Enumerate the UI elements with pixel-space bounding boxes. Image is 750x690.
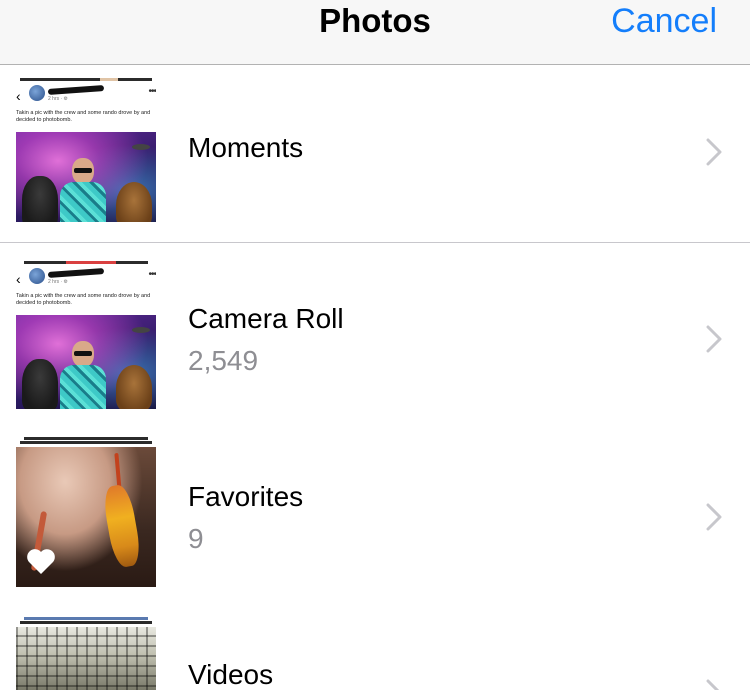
album-row-videos[interactable]: Videos [0,603,750,690]
stack-edge [24,617,148,620]
monkey-figure [116,182,152,222]
photo-scene [16,132,156,222]
avatar [29,85,45,101]
photo-scene [16,447,156,587]
album-row-camera-roll[interactable]: ‹ 2 hrs · ⚙ ••• Takin a pic with the cre… [0,243,750,423]
post-caption: Takin a pic with the crew and some rando… [16,293,151,306]
album-title: Videos [188,659,274,690]
post-caption: Takin a pic with the crew and some rando… [16,110,151,123]
stack-edge [20,441,152,444]
ellipsis-icon: ••• [148,269,156,280]
chevron-right-icon [706,679,720,690]
photo-thumbnail: ‹ 2 hrs · ⚙ ••• Takin a pic with the cre… [16,82,156,222]
post-header: ‹ 2 hrs · ⚙ ••• Takin a pic with the cre… [16,265,156,315]
stack-edge [24,437,148,440]
photo-thumbnail [16,627,156,690]
ellipsis-icon: ••• [148,86,156,97]
redaction-mark [47,268,105,278]
album-thumbnail: ‹ 2 hrs · ⚙ ••• Takin a pic with the cre… [16,261,156,411]
chevron-right-icon [706,325,722,353]
photo-thumbnail: ‹ 2 hrs · ⚙ ••• Takin a pic with the cre… [16,265,156,409]
back-chevron-icon: ‹ [16,88,21,104]
album-count: 2,549 [188,345,259,376]
gorilla-figure [22,359,58,409]
person-shirt [60,182,106,222]
cancel-button[interactable]: Cancel [611,2,717,40]
monkey-figure [116,365,152,409]
stack-edge-accent [66,261,116,264]
person-figure [60,158,106,222]
person-shirt [60,365,106,409]
photo-scene [16,627,156,690]
navigation-bar: Photos Cancel [0,0,750,65]
album-row-favorites[interactable]: Favorites 9 [0,423,750,603]
post-time: 2 hrs · ⚙ [48,279,69,285]
redaction-mark [47,85,105,95]
person-figure [60,341,106,409]
post-header: ‹ 2 hrs · ⚙ ••• Takin a pic with the cre… [16,82,156,132]
post-time: 2 hrs · ⚙ [48,96,69,102]
chevron-right-icon [706,138,722,166]
stack-edge [20,621,152,624]
album-thumbnail: ‹ 2 hrs · ⚙ ••• Takin a pic with the cre… [16,78,156,228]
album-title: Camera Roll [188,303,344,334]
heart-icon [27,549,55,574]
sunglasses [74,168,92,173]
back-chevron-icon: ‹ [16,271,21,287]
gorilla-figure [22,176,58,222]
photo-thumbnail [16,447,156,587]
avatar [29,268,45,284]
album-row-moments[interactable]: ‹ 2 hrs · ⚙ ••• Takin a pic with the cre… [0,66,750,242]
stack-edge-accent [100,78,118,81]
photo-scene [16,315,156,409]
album-title: Moments [188,132,304,163]
album-thumbnail [16,617,156,690]
ufo-figure [132,144,150,150]
sunglasses [74,351,92,356]
album-title: Favorites [188,481,304,512]
ufo-figure [132,327,150,333]
pendant-figure [101,483,143,569]
chevron-right-icon [706,503,722,531]
stack-edge [20,78,152,81]
album-thumbnail [16,437,156,587]
album-count: 9 [188,523,204,554]
